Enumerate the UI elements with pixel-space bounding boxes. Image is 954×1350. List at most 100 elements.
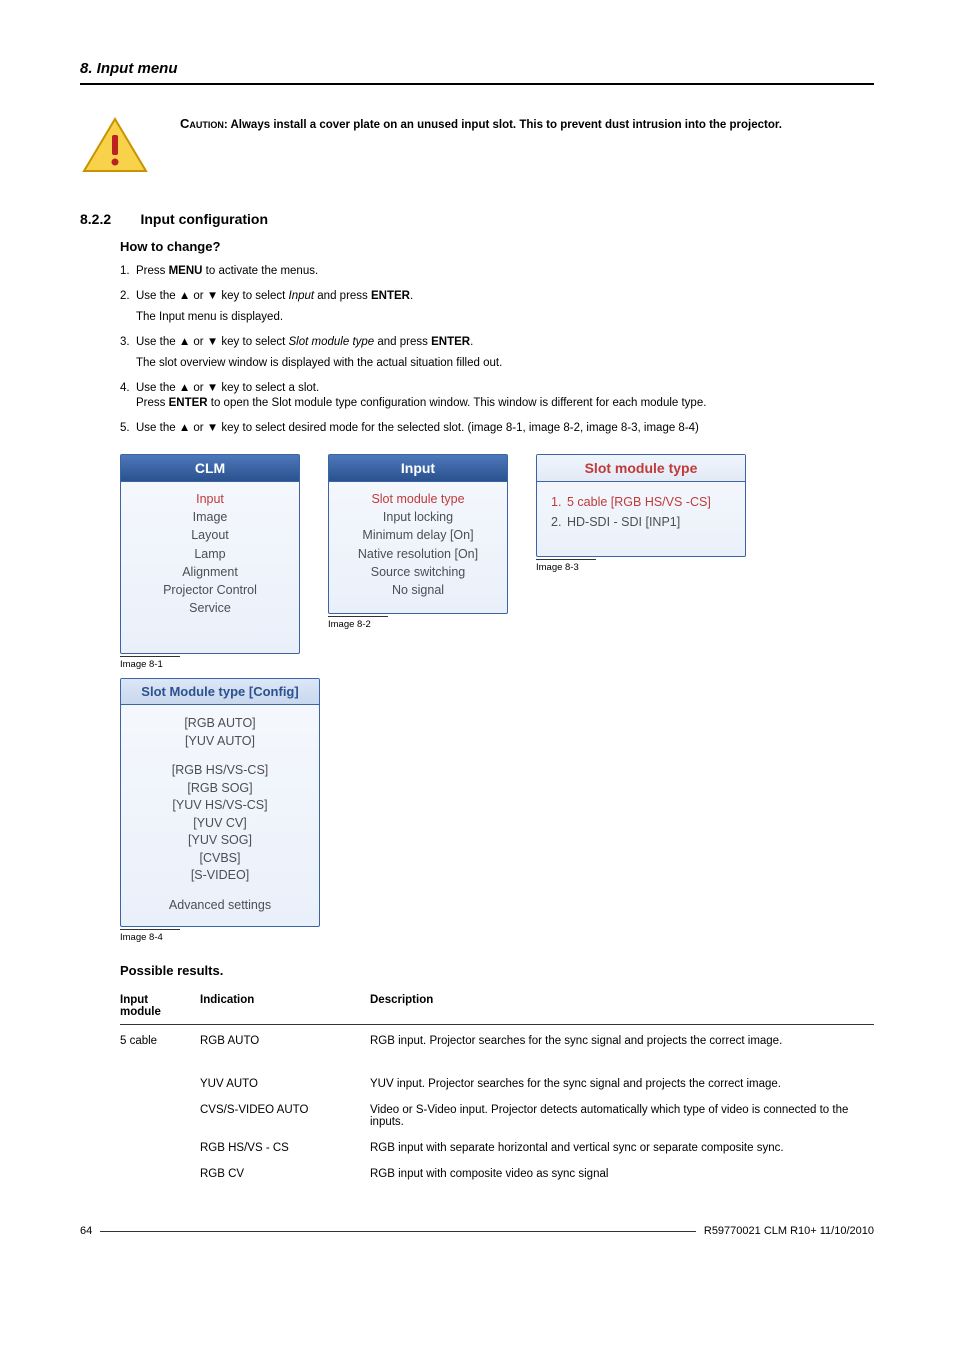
section-title: Input configuration — [140, 211, 268, 227]
cell: CVS/S-VIDEO AUTO — [200, 1097, 370, 1135]
cell: RGB HS/VS - CS — [200, 1135, 370, 1161]
step-4: 4.Use the ▲ or ▼ key to select a slot. P… — [120, 381, 874, 412]
cell — [120, 1135, 200, 1161]
step-3: 3.Use the ▲ or ▼ key to select Slot modu… — [120, 335, 874, 372]
step-text: . — [410, 290, 413, 302]
page-footer: 64 R59770021 CLM R10+ 11/10/2010 — [80, 1225, 874, 1237]
menu-caption: Image 8-3 — [536, 559, 596, 573]
step-text: to activate the menus. — [202, 265, 318, 277]
doc-id: R59770021 CLM R10+ 11/10/2010 — [704, 1225, 874, 1237]
menu-item: [CVBS] — [127, 850, 313, 868]
col-header: Input module — [120, 988, 200, 1025]
footer-rule — [100, 1231, 696, 1232]
menu-clm: CLM Input Image Layout Lamp Alignment Pr… — [120, 454, 300, 654]
step-keyword: ENTER — [431, 336, 470, 348]
table-row: 5 cable RGB AUTO RGB input. Projector se… — [120, 1025, 874, 1072]
header-rule — [80, 83, 874, 85]
table-row: RGB HS/VS - CS RGB input with separate h… — [120, 1135, 874, 1161]
menu-item: Image — [127, 508, 293, 526]
section-heading: 8.2.2 Input configuration — [80, 211, 874, 227]
step-italic: Slot module type — [289, 336, 375, 348]
step-text: . — [470, 336, 473, 348]
cell: 5 cable — [120, 1025, 200, 1072]
menu-caption: Image 8-2 — [328, 616, 388, 630]
menu-slot-module-type: Slot module type 1.5 cable [RGB HS/VS -C… — [536, 454, 746, 557]
menu-item: Minimum delay [On] — [335, 526, 501, 544]
step-text: and press — [374, 336, 431, 348]
caution-text: Caution: Always install a cover plate on… — [180, 115, 782, 134]
step-5: 5.Use the ▲ or ▼ key to select desired m… — [120, 421, 874, 437]
cell: RGB input. Projector searches for the sy… — [370, 1025, 874, 1072]
menu-col-1: CLM Input Image Layout Lamp Alignment Pr… — [120, 454, 300, 670]
menu-item: Advanced settings — [127, 897, 313, 915]
step-text: to open the Slot module type configurati… — [208, 397, 707, 409]
menu-item-label: 5 cable [RGB HS/VS -CS] — [567, 495, 711, 509]
menu-items: Slot module type Input locking Minimum d… — [329, 482, 507, 613]
table-header-row: Input module Indication Description — [120, 988, 874, 1025]
step-text: Press — [136, 397, 169, 409]
menu-item: 2.HD-SDI - SDI [INP1] — [551, 512, 735, 532]
caution-body: : Always install a cover plate on an unu… — [224, 119, 782, 131]
step-italic: Input — [289, 290, 315, 302]
menu-item: [YUV HS/VS-CS] — [127, 797, 313, 815]
menu-item: Projector Control — [127, 581, 293, 599]
col-header: Indication — [200, 988, 370, 1025]
menu-title: CLM — [121, 455, 299, 482]
menu-item: [YUV AUTO] — [127, 733, 313, 751]
step-keyword: ENTER — [169, 397, 208, 409]
step-2-sub: The Input menu is displayed. — [136, 310, 874, 326]
menu-title: Slot module type — [537, 455, 745, 482]
menu-col-2: Input Slot module type Input locking Min… — [328, 454, 508, 630]
menu-items: Input Image Layout Lamp Alignment Projec… — [121, 482, 299, 653]
step-text: and press — [314, 290, 371, 302]
page-number: 64 — [80, 1225, 92, 1237]
table-row: RGB CV RGB input with composite video as… — [120, 1161, 874, 1187]
menu-title: Input — [329, 455, 507, 482]
step-keyword: MENU — [169, 265, 203, 277]
section-number: 8.2.2 — [80, 211, 111, 227]
caution-icon — [80, 115, 150, 175]
step-text: Use the ▲ or ▼ key to select a slot. — [136, 382, 319, 394]
cell: YUV input. Projector searches for the sy… — [370, 1071, 874, 1097]
menu-item: [S-VIDEO] — [127, 867, 313, 885]
menu-item: [RGB HS/VS-CS] — [127, 762, 313, 780]
steps-list: 1.Press MENU to activate the menus. 2.Us… — [120, 264, 874, 436]
page-header-title: 8. Input menu — [80, 60, 874, 77]
menu-item-selected: Slot module type — [335, 490, 501, 508]
menu-item: Layout — [127, 526, 293, 544]
step-3-sub: The slot overview window is displayed wi… — [136, 356, 874, 372]
menu-item: Native resolution [On] — [335, 545, 501, 563]
menu-item: Input locking — [335, 508, 501, 526]
menu-item: [YUV CV] — [127, 815, 313, 833]
menu-col-3: Slot module type 1.5 cable [RGB HS/VS -C… — [536, 454, 746, 573]
step-text: Use the ▲ or ▼ key to select desired mod… — [136, 422, 699, 434]
menu-caption: Image 8-4 — [120, 929, 180, 943]
menu-item: Alignment — [127, 563, 293, 581]
col-header: Description — [370, 988, 874, 1025]
menu-item: Service — [127, 599, 293, 617]
step-text: Use the ▲ or ▼ key to select — [136, 290, 289, 302]
step-2: 2.Use the ▲ or ▼ key to select Input and… — [120, 289, 874, 326]
menu-item: [RGB AUTO] — [127, 715, 313, 733]
cell — [120, 1071, 200, 1097]
cell — [120, 1097, 200, 1135]
step-keyword: ENTER — [371, 290, 410, 302]
menu-items: [RGB AUTO] [YUV AUTO] [RGB HS/VS-CS] [RG… — [121, 705, 319, 926]
menu-input: Input Slot module type Input locking Min… — [328, 454, 508, 614]
cell: RGB CV — [200, 1161, 370, 1187]
menu-slot-config: Slot Module type [Config] [RGB AUTO] [YU… — [120, 678, 320, 927]
menu-title: Slot Module type [Config] — [121, 679, 319, 705]
menu-item-selected: 1.5 cable [RGB HS/VS -CS] — [551, 492, 735, 512]
menu-item: Source switching — [335, 563, 501, 581]
menu-images-row: CLM Input Image Layout Lamp Alignment Pr… — [120, 454, 874, 670]
results-table: Input module Indication Description 5 ca… — [120, 988, 874, 1187]
subsection-heading: How to change? — [120, 239, 874, 254]
cell: RGB AUTO — [200, 1025, 370, 1072]
cell — [120, 1161, 200, 1187]
caution-label: Caution — [180, 116, 224, 131]
results-heading: Possible results. — [120, 963, 874, 978]
menu-item: No signal — [335, 581, 501, 599]
menu-caption: Image 8-1 — [120, 656, 180, 670]
menu-item: [YUV SOG] — [127, 832, 313, 850]
menu-item-label: HD-SDI - SDI [INP1] — [567, 515, 680, 529]
